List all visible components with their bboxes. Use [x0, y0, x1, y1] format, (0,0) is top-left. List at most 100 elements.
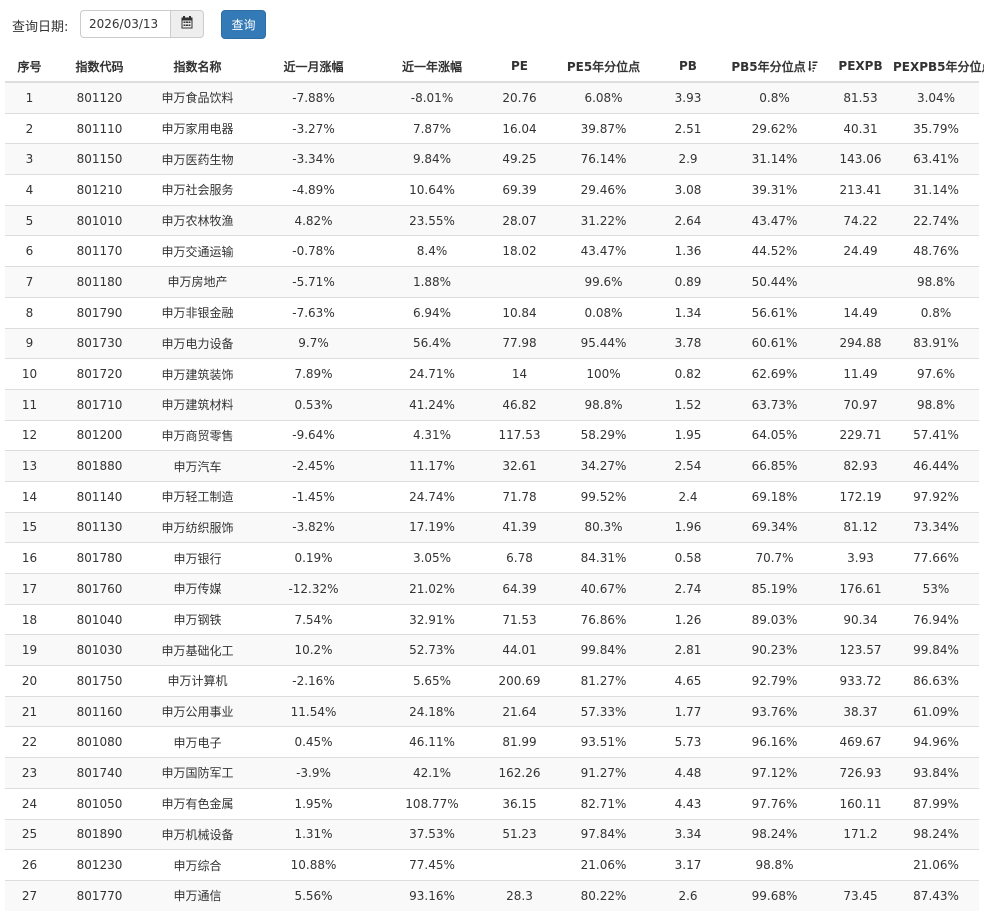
cell-pexpb: 160.11 [828, 787, 893, 819]
table-row: 20 801750 申万计算机 -2.16% 5.65% 200.69 81.27% 4.65… [5, 665, 979, 697]
cell-year-change: 32.91% [377, 603, 487, 635]
cell-year-change: 21.02% [377, 573, 487, 605]
cell-code[interactable]: 801010 [54, 204, 145, 236]
cell-code[interactable]: 801130 [54, 511, 145, 543]
table-row: 9 801730 申万电力设备 9.7% 56.4% 77.98 95.44% 3.78 60.… [5, 327, 979, 359]
cell-pexpb: 294.88 [828, 327, 893, 359]
table-row: 23 801740 申万国防军工 -3.9% 42.1% 162.26 91.27% 4.48… [5, 757, 979, 789]
cell-rank: 22 [5, 726, 54, 758]
col-header-pb[interactable]: PB [655, 51, 721, 83]
cell-code[interactable]: 801780 [54, 542, 145, 574]
cell-code[interactable]: 801200 [54, 419, 145, 451]
cell-pb-percentile: 70.7% [721, 542, 828, 574]
col-header-name[interactable]: 指数名称 [145, 51, 250, 83]
cell-year-change: 1.88% [377, 266, 487, 298]
cell-pexpb-percentile: 46.44% [893, 450, 979, 482]
cell-pe: 71.53 [487, 603, 552, 635]
cell-year-change: 6.94% [377, 296, 487, 328]
cell-pexpb-percentile: 87.43% [893, 879, 979, 911]
cell-pexpb-percentile: 21.06% [893, 849, 979, 881]
cell-code[interactable]: 801180 [54, 266, 145, 298]
cell-month-change: 10.88% [250, 849, 377, 881]
col-header-year-change[interactable]: 近一年涨幅 [377, 51, 487, 83]
table-row: 2 801110 申万家用电器 -3.27% 7.87% 16.04 39.87% 2.51 2… [5, 112, 979, 144]
cell-pb: 3.17 [655, 849, 721, 881]
table-row: 27 801770 申万通信 5.56% 93.16% 28.3 80.22% 2.6 99.6… [5, 879, 979, 911]
cell-pe: 10.84 [487, 296, 552, 328]
cell-code[interactable]: 801710 [54, 388, 145, 421]
cell-pe: 49.25 [487, 143, 552, 175]
cell-pe-percentile: 99.6% [552, 266, 655, 298]
cell-pb-percentile: 66.85% [721, 450, 828, 482]
cell-code[interactable]: 801770 [54, 879, 145, 911]
cell-pb-percentile: 44.52% [721, 235, 828, 267]
cell-rank: 8 [5, 296, 54, 328]
cell-month-change: 0.53% [250, 388, 377, 421]
cell-code[interactable]: 801120 [54, 81, 145, 114]
calendar-button[interactable] [170, 10, 204, 38]
cell-code[interactable]: 801720 [54, 358, 145, 390]
cell-pb: 1.34 [655, 296, 721, 328]
col-header-month-change[interactable]: 近一月涨幅 [250, 51, 377, 83]
cell-month-change: -1.45% [250, 480, 377, 513]
table-row: 24 801050 申万有色金属 1.95% 108.77% 36.15 82.71% 4.4… [5, 787, 979, 819]
date-input[interactable] [80, 10, 170, 38]
cell-pexpb: 143.06 [828, 143, 893, 175]
cell-name: 申万通信 [145, 879, 250, 911]
cell-code[interactable]: 801760 [54, 573, 145, 605]
cell-year-change: 24.18% [377, 695, 487, 727]
col-header-pexpb-percentile[interactable]: PEXPB5年分位点 [893, 51, 984, 83]
cell-pexpb-percentile: 98.8% [893, 266, 979, 298]
col-header-pb-percentile[interactable]: PB5年分位点 [721, 51, 828, 83]
cell-code[interactable]: 801880 [54, 450, 145, 482]
col-header-code[interactable]: 指数代码 [54, 51, 145, 83]
table-row: 1 801120 申万食品饮料 -7.88% -8.01% 20.76 6.08% 3.93 0… [5, 81, 979, 114]
cell-pe-percentile: 76.86% [552, 603, 655, 635]
cell-pexpb-percentile: 83.91% [893, 327, 979, 359]
cell-pe: 36.15 [487, 787, 552, 819]
cell-month-change: -12.32% [250, 573, 377, 605]
cell-pb-percentile: 90.23% [721, 634, 828, 666]
cell-code[interactable]: 801790 [54, 296, 145, 328]
cell-pexpb: 176.61 [828, 573, 893, 605]
cell-code[interactable]: 801890 [54, 818, 145, 850]
cell-year-change: 52.73% [377, 634, 487, 666]
cell-pexpb-percentile: 86.63% [893, 665, 979, 697]
date-label: 查询日期: [12, 20, 69, 35]
col-header-pexpb[interactable]: PEXPB [828, 51, 893, 83]
table-row: 12 801200 申万商贸零售 -9.64% 4.31% 117.53 58.29% 1.9… [5, 419, 979, 451]
cell-code[interactable]: 801750 [54, 665, 145, 697]
cell-month-change: 1.31% [250, 818, 377, 850]
cell-code[interactable]: 801230 [54, 849, 145, 881]
cell-code[interactable]: 801050 [54, 787, 145, 819]
cell-pb-percentile: 50.44% [721, 266, 828, 298]
col-header-rank[interactable]: 序号 [5, 51, 54, 83]
query-toolbar: 查询日期: 查询 [0, 0, 984, 48]
cell-code[interactable]: 801170 [54, 235, 145, 267]
cell-code[interactable]: 801030 [54, 634, 145, 666]
cell-pb-percentile: 64.05% [721, 419, 828, 451]
col-header-pe[interactable]: PE [487, 51, 552, 83]
cell-pexpb: 123.57 [828, 634, 893, 666]
cell-rank: 13 [5, 450, 54, 482]
cell-rank: 15 [5, 511, 54, 543]
cell-code[interactable]: 801730 [54, 327, 145, 359]
cell-code[interactable]: 801150 [54, 143, 145, 175]
table-row: 6 801170 申万交通运输 -0.78% 8.4% 18.02 43.47% 1.36 44… [5, 235, 979, 267]
cell-rank: 2 [5, 112, 54, 144]
cell-pb-percentile: 62.69% [721, 358, 828, 390]
query-button[interactable]: 查询 [221, 10, 266, 39]
cell-pe-percentile: 97.84% [552, 818, 655, 850]
cell-pb-percentile: 85.19% [721, 573, 828, 605]
cell-pe: 28.07 [487, 204, 552, 236]
cell-code[interactable]: 801140 [54, 480, 145, 513]
cell-code[interactable]: 801080 [54, 726, 145, 758]
cell-code[interactable]: 801210 [54, 174, 145, 206]
cell-year-change: 46.11% [377, 726, 487, 758]
col-header-pe-percentile[interactable]: PE5年分位点 [552, 51, 655, 83]
cell-code[interactable]: 801110 [54, 112, 145, 144]
cell-code[interactable]: 801160 [54, 695, 145, 727]
table-row: 8 801790 申万非银金融 -7.63% 6.94% 10.84 0.08% 1.34 56… [5, 296, 979, 328]
cell-code[interactable]: 801040 [54, 603, 145, 635]
cell-code[interactable]: 801740 [54, 757, 145, 789]
